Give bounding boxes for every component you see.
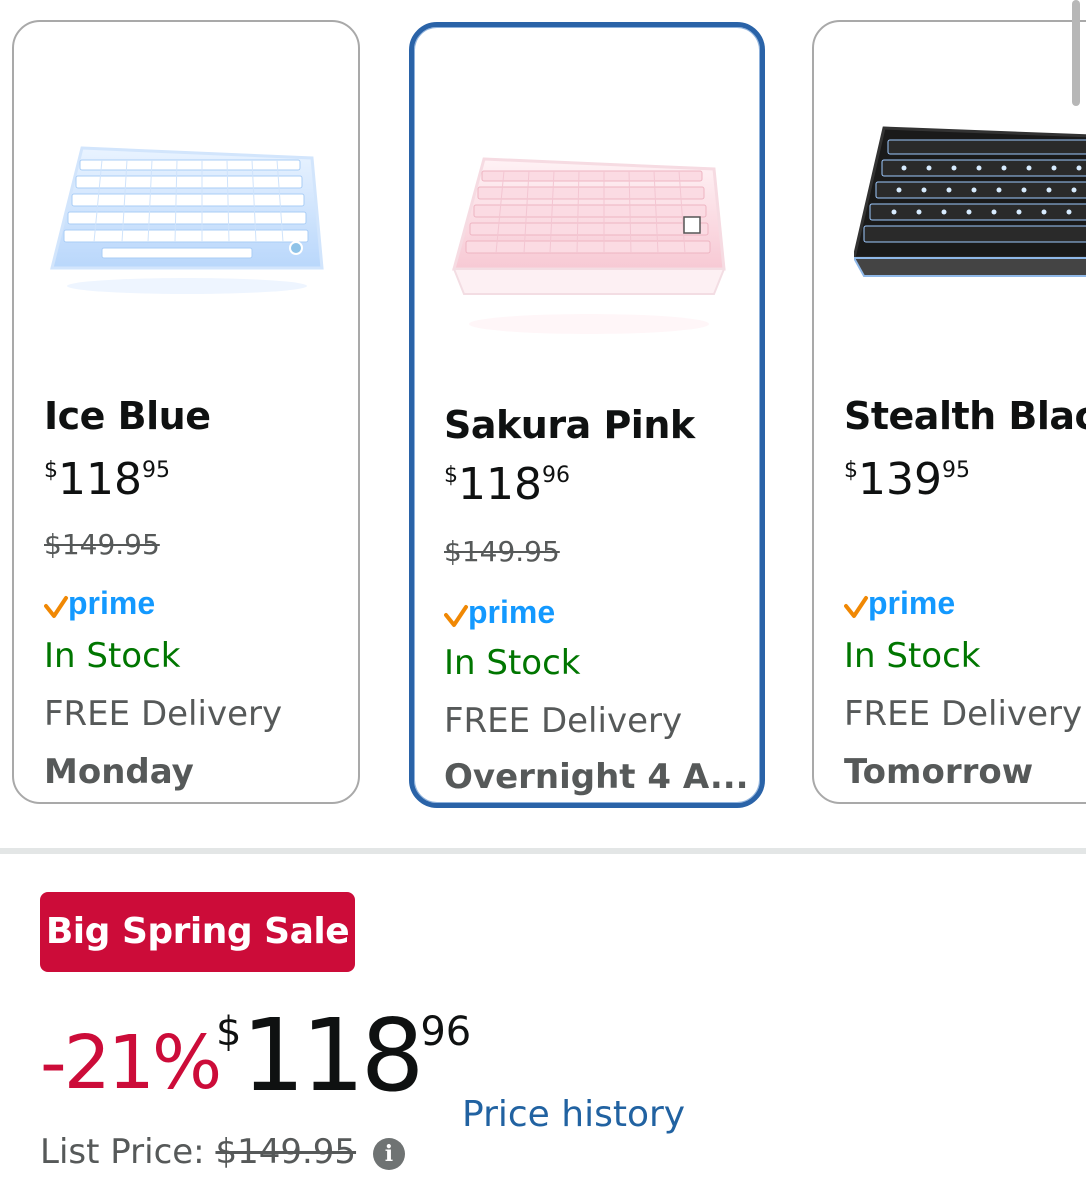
- svg-text:prime: prime: [68, 585, 155, 621]
- delivery-day: Overnight 4 A...: [444, 757, 749, 797]
- variant-card-ice-blue[interactable]: Ice Blue $11895 $149.95 prime In Stock F…: [12, 20, 360, 804]
- delivery-day: Monday: [44, 752, 194, 792]
- prime-logo-icon: prime: [444, 593, 574, 633]
- delivery-label: FREE Delivery: [444, 701, 683, 741]
- variant-list-price: $149.95: [44, 528, 160, 561]
- delivery-label: FREE Delivery: [44, 694, 283, 734]
- variant-card-stealth-black[interactable]: Stealth Blac $13995 prime In Stock FREE …: [812, 20, 1086, 804]
- list-price-label: List Price:: [40, 1132, 205, 1172]
- info-icon[interactable]: i: [372, 1137, 405, 1170]
- prime-logo-icon: prime: [44, 584, 174, 624]
- svg-text:prime: prime: [468, 594, 555, 630]
- keyboard-image-stealth-black: [852, 118, 1086, 318]
- stock-status: In Stock: [844, 636, 981, 676]
- price-history-link[interactable]: Price history: [462, 1094, 685, 1135]
- big-spring-sale-badge: Big Spring Sale: [40, 892, 355, 972]
- variant-price: $13995: [844, 454, 970, 505]
- variant-name: Sakura Pink: [444, 403, 695, 447]
- keyboard-image-ice-blue: [42, 108, 332, 308]
- delivery-day: Tomorrow: [844, 752, 1034, 792]
- variant-card-sakura-pink[interactable]: Sakura Pink $11896 $149.95 prime In Stoc…: [409, 22, 765, 808]
- variant-carousel[interactable]: Ice Blue $11895 $149.95 prime In Stock F…: [0, 0, 1086, 830]
- prime-logo-icon: prime: [844, 584, 974, 624]
- variant-name: Stealth Blac: [844, 394, 1086, 438]
- variant-price: $11895: [44, 454, 170, 505]
- section-divider: [0, 848, 1086, 854]
- delivery-label: FREE Delivery: [844, 694, 1083, 734]
- list-price-value: $149.95: [215, 1132, 357, 1172]
- variant-name: Ice Blue: [44, 394, 211, 438]
- variant-price: $11896: [444, 459, 570, 510]
- scrollbar[interactable]: [1072, 0, 1080, 106]
- keyboard-image-sakura-pink: [444, 119, 734, 334]
- deal-price: $11896: [216, 997, 472, 1114]
- variant-list-price: $149.95: [444, 535, 560, 568]
- stock-status: In Stock: [444, 643, 581, 683]
- svg-text:prime: prime: [868, 585, 955, 621]
- discount-percent: -21%: [40, 1020, 222, 1106]
- stock-status: In Stock: [44, 636, 181, 676]
- list-price: List Price: $149.95 i: [40, 1132, 405, 1172]
